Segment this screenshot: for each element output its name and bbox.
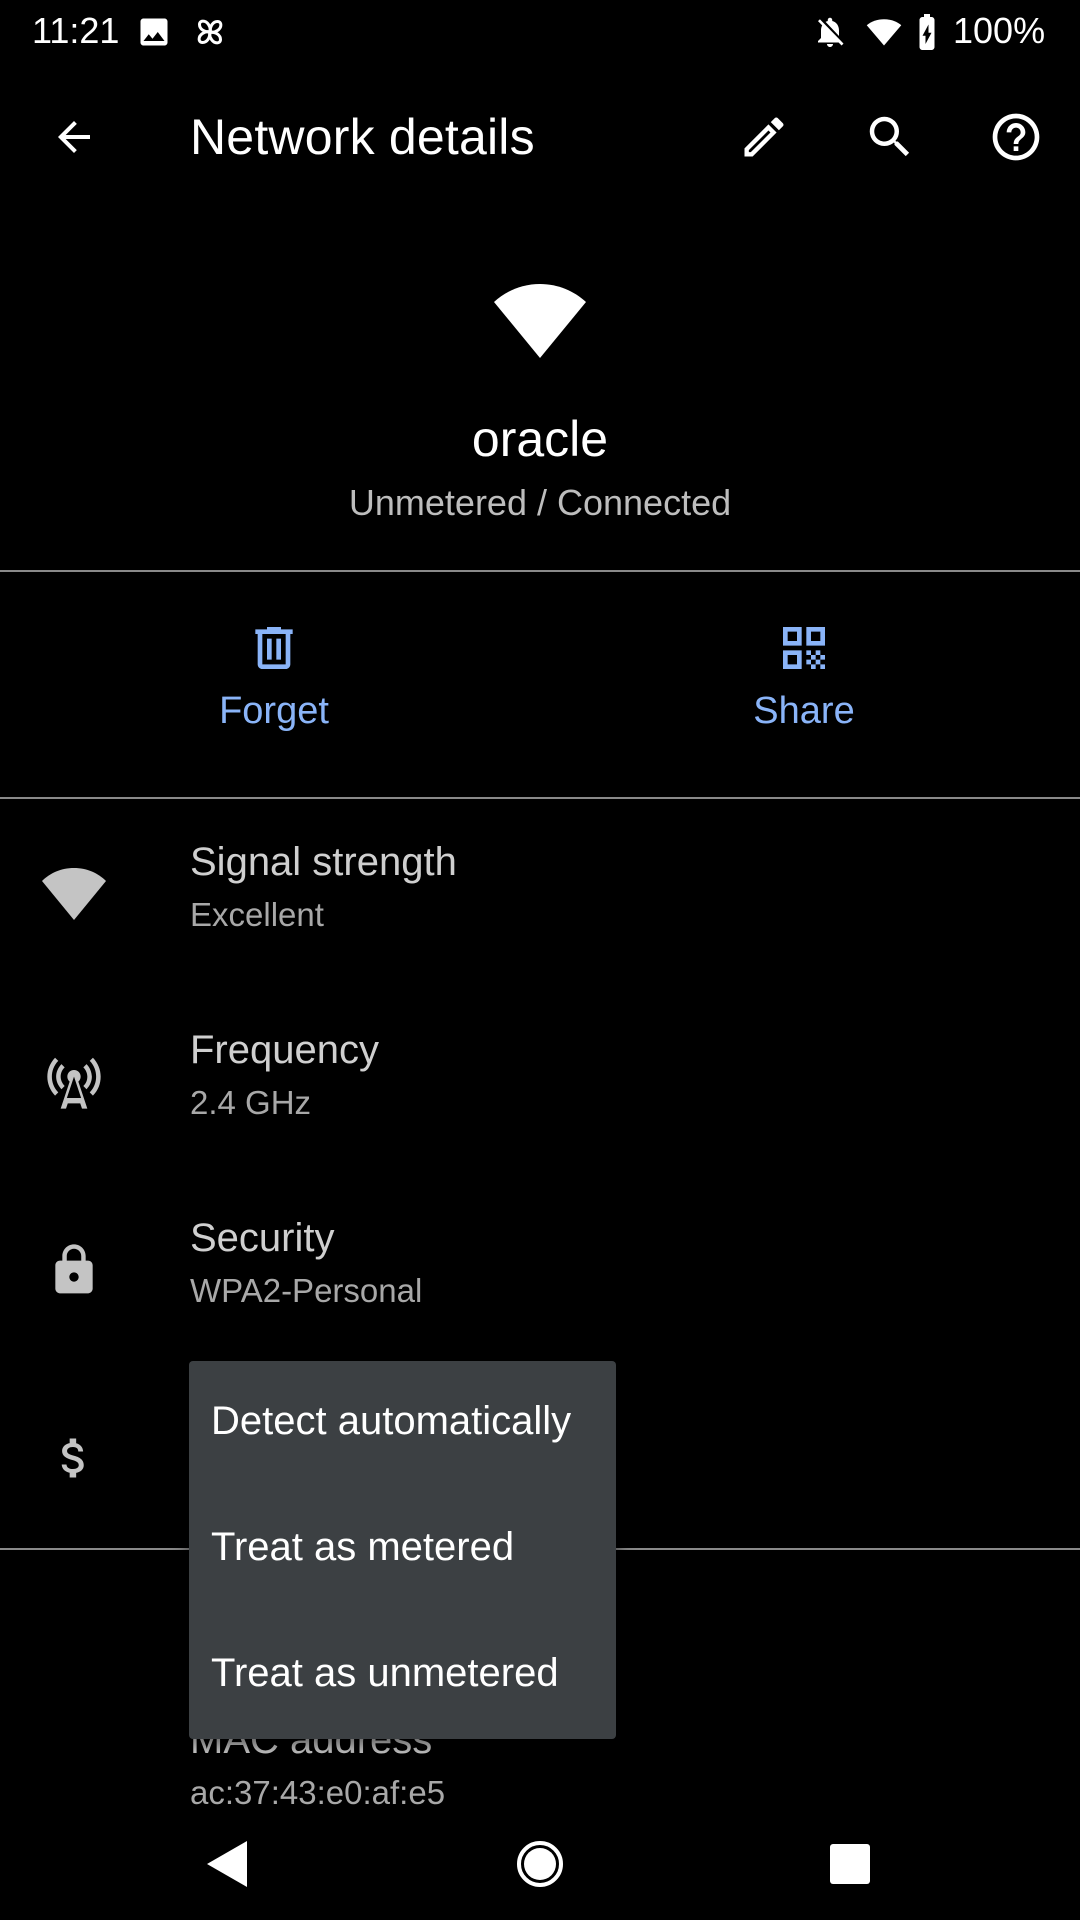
nav-home-button[interactable] [502,1826,578,1902]
back-button[interactable] [26,89,122,185]
battery-charging-icon [912,14,942,50]
page-title: Network details [190,109,535,165]
wifi-hero-icon [494,284,586,358]
edit-pencil-icon [744,117,784,157]
menu-item-treat-as-metered[interactable]: Treat as metered [189,1487,616,1613]
menu-item-label: Treat as metered [211,1525,515,1569]
help-icon [992,113,1040,161]
wifi-icon [866,14,902,50]
lock-icon [38,1234,110,1306]
frequency-row[interactable]: Frequency 2.4 GHz [0,1008,1080,1168]
metered-popup-menu: Detect automatically Treat as metered Tr… [189,1361,616,1739]
screen: 11:21 100% Network details oracle Unmete… [0,0,1080,1920]
menu-item-treat-as-unmetered[interactable]: Treat as unmetered [189,1613,616,1739]
pinwheel-icon [192,14,228,50]
network-name: oracle [471,411,609,467]
antenna-icon [38,1046,110,1118]
battery-percent: 100% [953,10,1046,51]
wifi-signal-icon [38,858,110,930]
app-bar: Network details [0,64,1080,210]
nav-recents-button[interactable] [812,1826,888,1902]
signal-strength-row[interactable]: Signal strength Excellent [0,820,1080,980]
search-icon [869,116,910,157]
share-button[interactable]: Share [654,620,954,750]
menu-item-detect-automatically[interactable]: Detect automatically [189,1361,616,1487]
security-row[interactable]: Security WPA2-Personal [0,1196,1080,1356]
row-value: 2.4 GHz [190,1084,312,1121]
trash-icon [255,627,293,669]
status-bar: 11:21 100% [0,0,1080,64]
forget-button[interactable]: Forget [124,620,424,750]
edit-button[interactable] [716,89,812,185]
navigation-bar [0,1808,1080,1920]
nav-home-icon [517,1841,563,1887]
row-value: ac:37:43:e0:af:e5 [190,1774,446,1811]
notifications-off-icon [812,14,848,50]
dollar-icon [38,1422,110,1494]
share-label: Share [753,690,855,732]
divider [0,570,1080,572]
nav-back-button[interactable] [188,1826,264,1902]
menu-item-label: Treat as unmetered [211,1651,559,1695]
help-button[interactable] [968,89,1064,185]
row-value: Excellent [190,896,324,933]
row-value: WPA2-Personal [190,1272,423,1309]
network-status: Unmetered / Connected [348,482,732,523]
nav-back-icon [207,1841,247,1887]
divider [0,797,1080,799]
qr-code-icon [783,627,825,669]
search-button[interactable] [842,89,938,185]
row-title: Signal strength [190,840,457,884]
forget-label: Forget [219,690,329,732]
image-icon [136,14,172,50]
status-time: 11:21 [32,10,120,51]
row-title: Security [190,1216,335,1260]
back-arrow-icon [58,121,90,153]
menu-item-label: Detect automatically [211,1399,572,1443]
nav-recents-icon [830,1844,870,1884]
row-title: Frequency [190,1028,379,1072]
